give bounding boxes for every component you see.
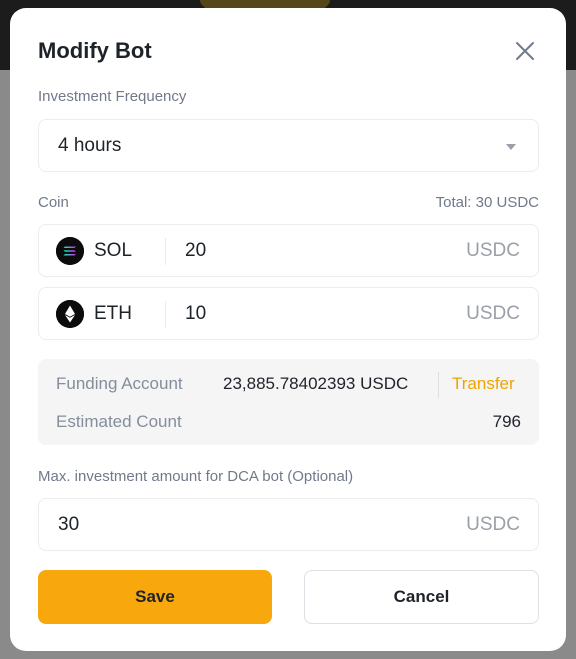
divider	[165, 238, 166, 265]
max-investment-label: Max. investment amount for DCA bot (Opti…	[38, 468, 354, 485]
estimated-count-label: Estimated Count	[56, 412, 182, 431]
coin-total: Total: 30 USDC	[435, 194, 539, 211]
funding-account-balance: 23,885.78402393 USDC	[223, 374, 409, 393]
ethereum-icon	[56, 300, 84, 328]
divider	[438, 372, 439, 398]
coin-amount-input[interactable]: 10	[185, 303, 206, 325]
frequency-label: Investment Frequency	[38, 88, 187, 105]
max-investment-input[interactable]: 30 USDC	[38, 498, 539, 551]
cancel-button[interactable]: Cancel	[304, 570, 539, 624]
close-button[interactable]	[512, 38, 538, 64]
coin-label: Coin	[38, 194, 69, 211]
frequency-value: 4 hours	[58, 135, 122, 156]
estimated-count-value: 796	[492, 412, 521, 431]
chevron-down-icon	[506, 144, 516, 150]
coin-name: ETH	[94, 303, 132, 324]
coin-row-sol: SOL 20 USDC	[38, 224, 539, 277]
coin-amount-input[interactable]: 20	[185, 240, 206, 262]
close-icon	[516, 42, 534, 60]
coin-unit: USDC	[466, 303, 520, 324]
funding-info-panel: Funding Account 23,885.78402393 USDC Tra…	[38, 359, 539, 445]
dialog-title: Modify Bot	[38, 38, 152, 63]
coin-row-eth: ETH 10 USDC	[38, 287, 539, 340]
frequency-select[interactable]: 4 hours	[38, 119, 539, 172]
divider	[165, 301, 166, 328]
modify-bot-dialog: Modify Bot Investment Frequency 4 hours …	[10, 8, 566, 651]
save-button[interactable]: Save	[38, 570, 272, 624]
max-investment-unit: USDC	[466, 514, 520, 535]
solana-icon	[56, 237, 84, 265]
transfer-link[interactable]: Transfer	[452, 374, 515, 394]
max-investment-value: 30	[58, 514, 80, 535]
coin-name: SOL	[94, 240, 133, 261]
funding-account-label: Funding Account	[56, 374, 183, 393]
coin-unit: USDC	[466, 240, 520, 261]
